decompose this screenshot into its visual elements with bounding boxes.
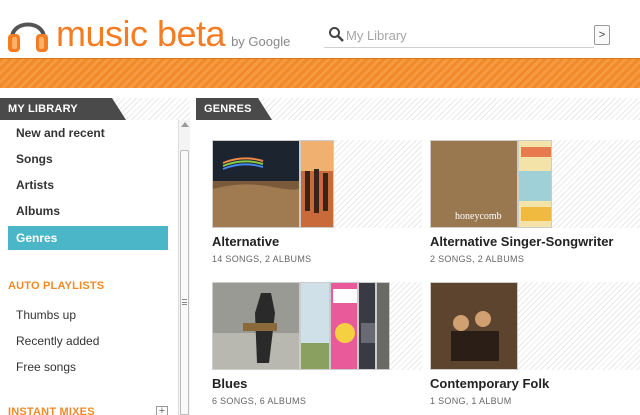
brand-wordmark: music beta by Google xyxy=(56,13,291,54)
album-cover-title: honeycomb xyxy=(455,211,502,222)
genre-card-alternative[interactable]: Alternative 14 SONGS, 2 ALBUMS xyxy=(212,140,422,270)
genre-grid: Alternative 14 SONGS, 2 ALBUMS honeycomb… xyxy=(196,120,640,415)
search-input[interactable] xyxy=(346,25,586,45)
scroll-grip-icon xyxy=(182,299,187,305)
genre-card-alternative-singer-songwriter[interactable]: honeycomb Alternative Singer-Songwriter … xyxy=(430,140,640,270)
add-instant-mix-button[interactable]: + xyxy=(156,406,168,415)
album-art-band-sunset xyxy=(301,141,333,227)
album-cover xyxy=(212,282,300,370)
genre-title[interactable]: Contemporary Folk xyxy=(430,376,549,391)
album-art-folk-band xyxy=(431,283,517,369)
genre-card-blues[interactable]: Blues 6 SONGS, 6 ALBUMS xyxy=(212,282,422,412)
scroll-up-icon[interactable] xyxy=(181,122,189,127)
album-art-cartoon xyxy=(331,283,357,369)
album-art-portrait xyxy=(377,283,389,369)
album-art-desert xyxy=(213,141,299,227)
album-cover xyxy=(518,140,552,228)
genre-counts: 14 SONGS, 2 ALBUMS xyxy=(212,254,312,264)
sidebar-item-genres[interactable]: Genres xyxy=(8,226,168,250)
album-cover xyxy=(300,282,330,370)
main-tab-row: GENRES xyxy=(196,98,640,120)
tab-genres[interactable]: GENRES xyxy=(196,98,272,120)
sidebar-scrollbar[interactable] xyxy=(178,120,190,415)
sidebar-item-songs[interactable]: Songs xyxy=(8,147,168,171)
search-icon xyxy=(329,27,344,42)
brand-byline: by Google xyxy=(231,34,291,49)
playlist-recently-added[interactable]: Recently added xyxy=(16,334,99,348)
album-art-landscape xyxy=(301,283,329,369)
sidebar-tab-row: MY LIBRARY xyxy=(0,98,196,120)
auto-playlists-heading: AUTO PLAYLISTS xyxy=(8,280,105,292)
tab-my-library[interactable]: MY LIBRARY xyxy=(0,98,126,120)
sidebar: New and recent Songs Artists Albums Genr… xyxy=(0,120,178,415)
instant-mixes-heading: INSTANT MIXES xyxy=(8,406,95,415)
album-cover xyxy=(300,140,334,228)
genre-card-contemporary-folk[interactable]: Contemporary Folk 1 SONG, 1 ALBUM xyxy=(430,282,640,412)
header-accent-bar xyxy=(0,58,640,88)
album-cover xyxy=(212,140,300,228)
playlist-thumbs-up[interactable]: Thumbs up xyxy=(16,308,76,322)
scroll-thumb[interactable] xyxy=(180,150,189,415)
album-cover xyxy=(330,282,358,370)
playlist-free-songs[interactable]: Free songs xyxy=(16,360,76,374)
search-submit-button[interactable]: > xyxy=(594,25,610,45)
genre-title[interactable]: Alternative xyxy=(212,234,279,249)
genre-counts: 2 SONGS, 2 ALBUMS xyxy=(430,254,525,264)
album-art-colorful xyxy=(519,141,551,227)
library-search: > xyxy=(324,22,612,48)
sidebar-item-new-and-recent[interactable]: New and recent xyxy=(8,121,168,145)
album-cover xyxy=(430,282,518,370)
genre-counts: 1 SONG, 1 ALBUM xyxy=(430,396,512,406)
brand-name: music beta xyxy=(56,13,226,54)
album-cover: honeycomb xyxy=(430,140,518,228)
genre-title[interactable]: Blues xyxy=(212,376,247,391)
headphones-logo-icon xyxy=(8,22,48,52)
genre-counts: 6 SONGS, 6 ALBUMS xyxy=(212,396,307,406)
album-cover xyxy=(358,282,376,370)
search-box[interactable] xyxy=(324,22,594,48)
album-cover xyxy=(376,282,390,370)
sidebar-item-artists[interactable]: Artists xyxy=(8,173,168,197)
album-art-guitarist xyxy=(213,283,299,369)
sidebar-item-albums[interactable]: Albums xyxy=(8,199,168,223)
album-art-dark xyxy=(359,283,375,369)
genre-title[interactable]: Alternative Singer-Songwriter xyxy=(430,234,613,249)
